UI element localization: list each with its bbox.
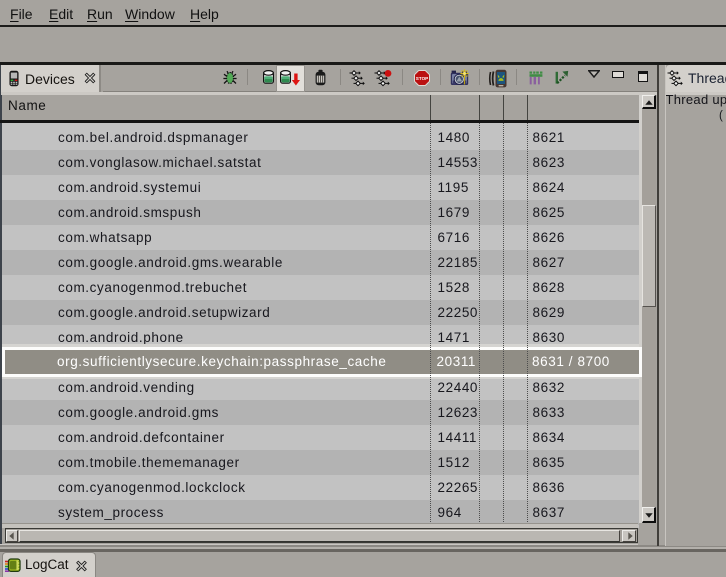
svg-text:STOP: STOP xyxy=(416,76,428,81)
